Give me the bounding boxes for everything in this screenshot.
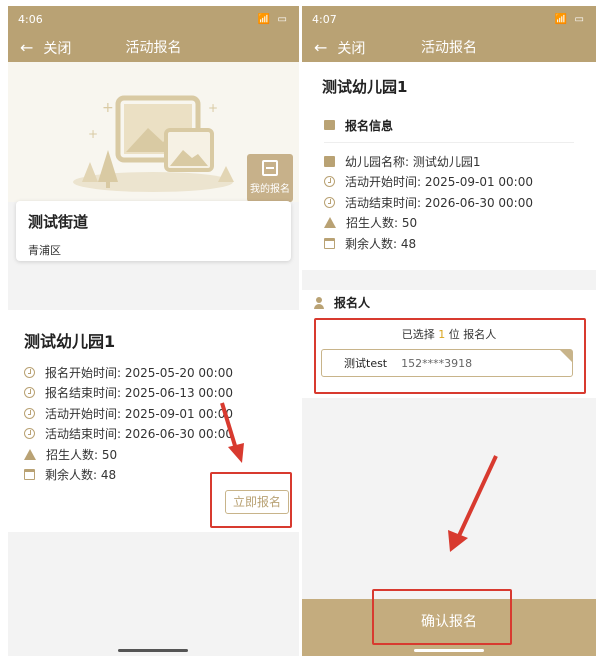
my-registration-label: 我的报名 bbox=[250, 184, 290, 195]
calendar-icon bbox=[24, 469, 35, 481]
my-registration-button[interactable]: 我的报名 bbox=[247, 154, 293, 202]
clock-icon bbox=[24, 428, 35, 440]
info-row: 活动结束时间: 2026-06-30 00:00 bbox=[324, 192, 574, 213]
clock-icon bbox=[24, 366, 35, 378]
section-title: 报名人 bbox=[334, 296, 371, 310]
info-text: 活动结束时间: 2026-06-30 00:00 bbox=[45, 427, 233, 442]
back-button[interactable]: ← 关闭 bbox=[20, 38, 71, 58]
info-text: 幼儿园名称: 测试幼儿园1 bbox=[345, 154, 481, 169]
add-person-icon bbox=[314, 296, 326, 309]
info-row: 剩余人数: 48 bbox=[324, 233, 574, 254]
warning-icon bbox=[24, 448, 36, 460]
home-indicator bbox=[118, 649, 188, 652]
back-arrow-icon: ← bbox=[20, 38, 34, 57]
image-placeholder-illustration: + + + bbox=[73, 95, 234, 192]
status-icons: 📶 ▭ bbox=[257, 13, 289, 25]
highlight-box bbox=[210, 472, 292, 528]
calendar-icon bbox=[324, 237, 335, 249]
info-row: 活动开始时间: 2025-09-01 00:00 bbox=[324, 172, 574, 193]
status-time: 4:07 bbox=[312, 12, 337, 26]
left-phone-screen: 4:06 📶 ▭ ← 关闭 活动报名 + + + 我的报名 测试街道 青浦区 测… bbox=[8, 6, 299, 656]
info-text: 招生人数: 50 bbox=[46, 447, 118, 462]
highlight-box bbox=[372, 589, 512, 645]
district-name: 青浦区 bbox=[28, 244, 61, 257]
street-name: 测试街道 bbox=[28, 213, 89, 231]
info-row: 报名结束时间: 2025-06-13 00:00 bbox=[24, 383, 283, 404]
status-bar: 4:07 📶 ▭ bbox=[302, 6, 596, 32]
back-button[interactable]: ← 关闭 bbox=[314, 38, 365, 58]
clock-icon bbox=[324, 196, 335, 208]
document-icon bbox=[324, 155, 335, 167]
info-text: 剩余人数: 48 bbox=[45, 468, 117, 483]
info-text: 活动开始时间: 2025-09-01 00:00 bbox=[45, 406, 233, 421]
section-header: 报名信息 bbox=[324, 114, 574, 136]
kindergarten-name: 测试幼儿园1 bbox=[24, 332, 116, 351]
nav-bar: ← 关闭 活动报名 bbox=[8, 32, 299, 62]
info-row: 招生人数: 50 bbox=[324, 213, 574, 234]
kindergarten-title: 测试幼儿园1 bbox=[302, 62, 596, 104]
info-text: 剩余人数: 48 bbox=[345, 236, 417, 251]
info-text: 报名结束时间: 2025-06-13 00:00 bbox=[45, 386, 233, 401]
calendar-edit-icon bbox=[262, 160, 278, 176]
status-bar: 4:06 📶 ▭ bbox=[8, 6, 299, 32]
status-time: 4:06 bbox=[18, 12, 43, 26]
section-header: 报名人 bbox=[302, 290, 596, 315]
annotation-arrow-icon bbox=[220, 402, 244, 463]
highlight-box bbox=[314, 318, 586, 394]
info-text: 活动开始时间: 2025-09-01 00:00 bbox=[345, 175, 533, 190]
clock-icon bbox=[24, 387, 35, 399]
info-text: 招生人数: 50 bbox=[346, 216, 418, 231]
annotation-arrow-icon bbox=[448, 455, 498, 552]
nav-bar: ← 关闭 活动报名 bbox=[302, 32, 596, 62]
close-label: 关闭 bbox=[43, 41, 72, 57]
right-phone-screen: 4:07 📶 ▭ ← 关闭 活动报名 测试幼儿园1 报名信息 幼儿园名称: 测试… bbox=[302, 6, 596, 656]
back-arrow-icon: ← bbox=[314, 38, 328, 57]
registration-info-card: 报名信息 幼儿园名称: 测试幼儿园1 活动开始时间: 2025-09-01 00… bbox=[302, 104, 596, 270]
divider bbox=[324, 142, 574, 143]
svg-text:+: + bbox=[88, 127, 98, 141]
home-indicator bbox=[414, 649, 484, 652]
street-card: 测试街道 青浦区 bbox=[16, 201, 291, 261]
info-text: 报名开始时间: 2025-05-20 00:00 bbox=[45, 365, 233, 380]
clock-icon bbox=[24, 407, 35, 419]
inbox-icon bbox=[324, 120, 335, 130]
clock-icon bbox=[324, 176, 335, 188]
svg-text:+: + bbox=[102, 100, 114, 116]
warning-icon bbox=[324, 217, 336, 229]
svg-text:+: + bbox=[208, 101, 218, 115]
status-icons: 📶 ▭ bbox=[554, 13, 586, 25]
close-label: 关闭 bbox=[337, 41, 366, 57]
info-row: 幼儿园名称: 测试幼儿园1 bbox=[324, 151, 574, 172]
info-text: 活动结束时间: 2026-06-30 00:00 bbox=[345, 195, 533, 210]
info-row: 报名开始时间: 2025-05-20 00:00 bbox=[24, 362, 283, 383]
section-title: 报名信息 bbox=[345, 118, 394, 133]
